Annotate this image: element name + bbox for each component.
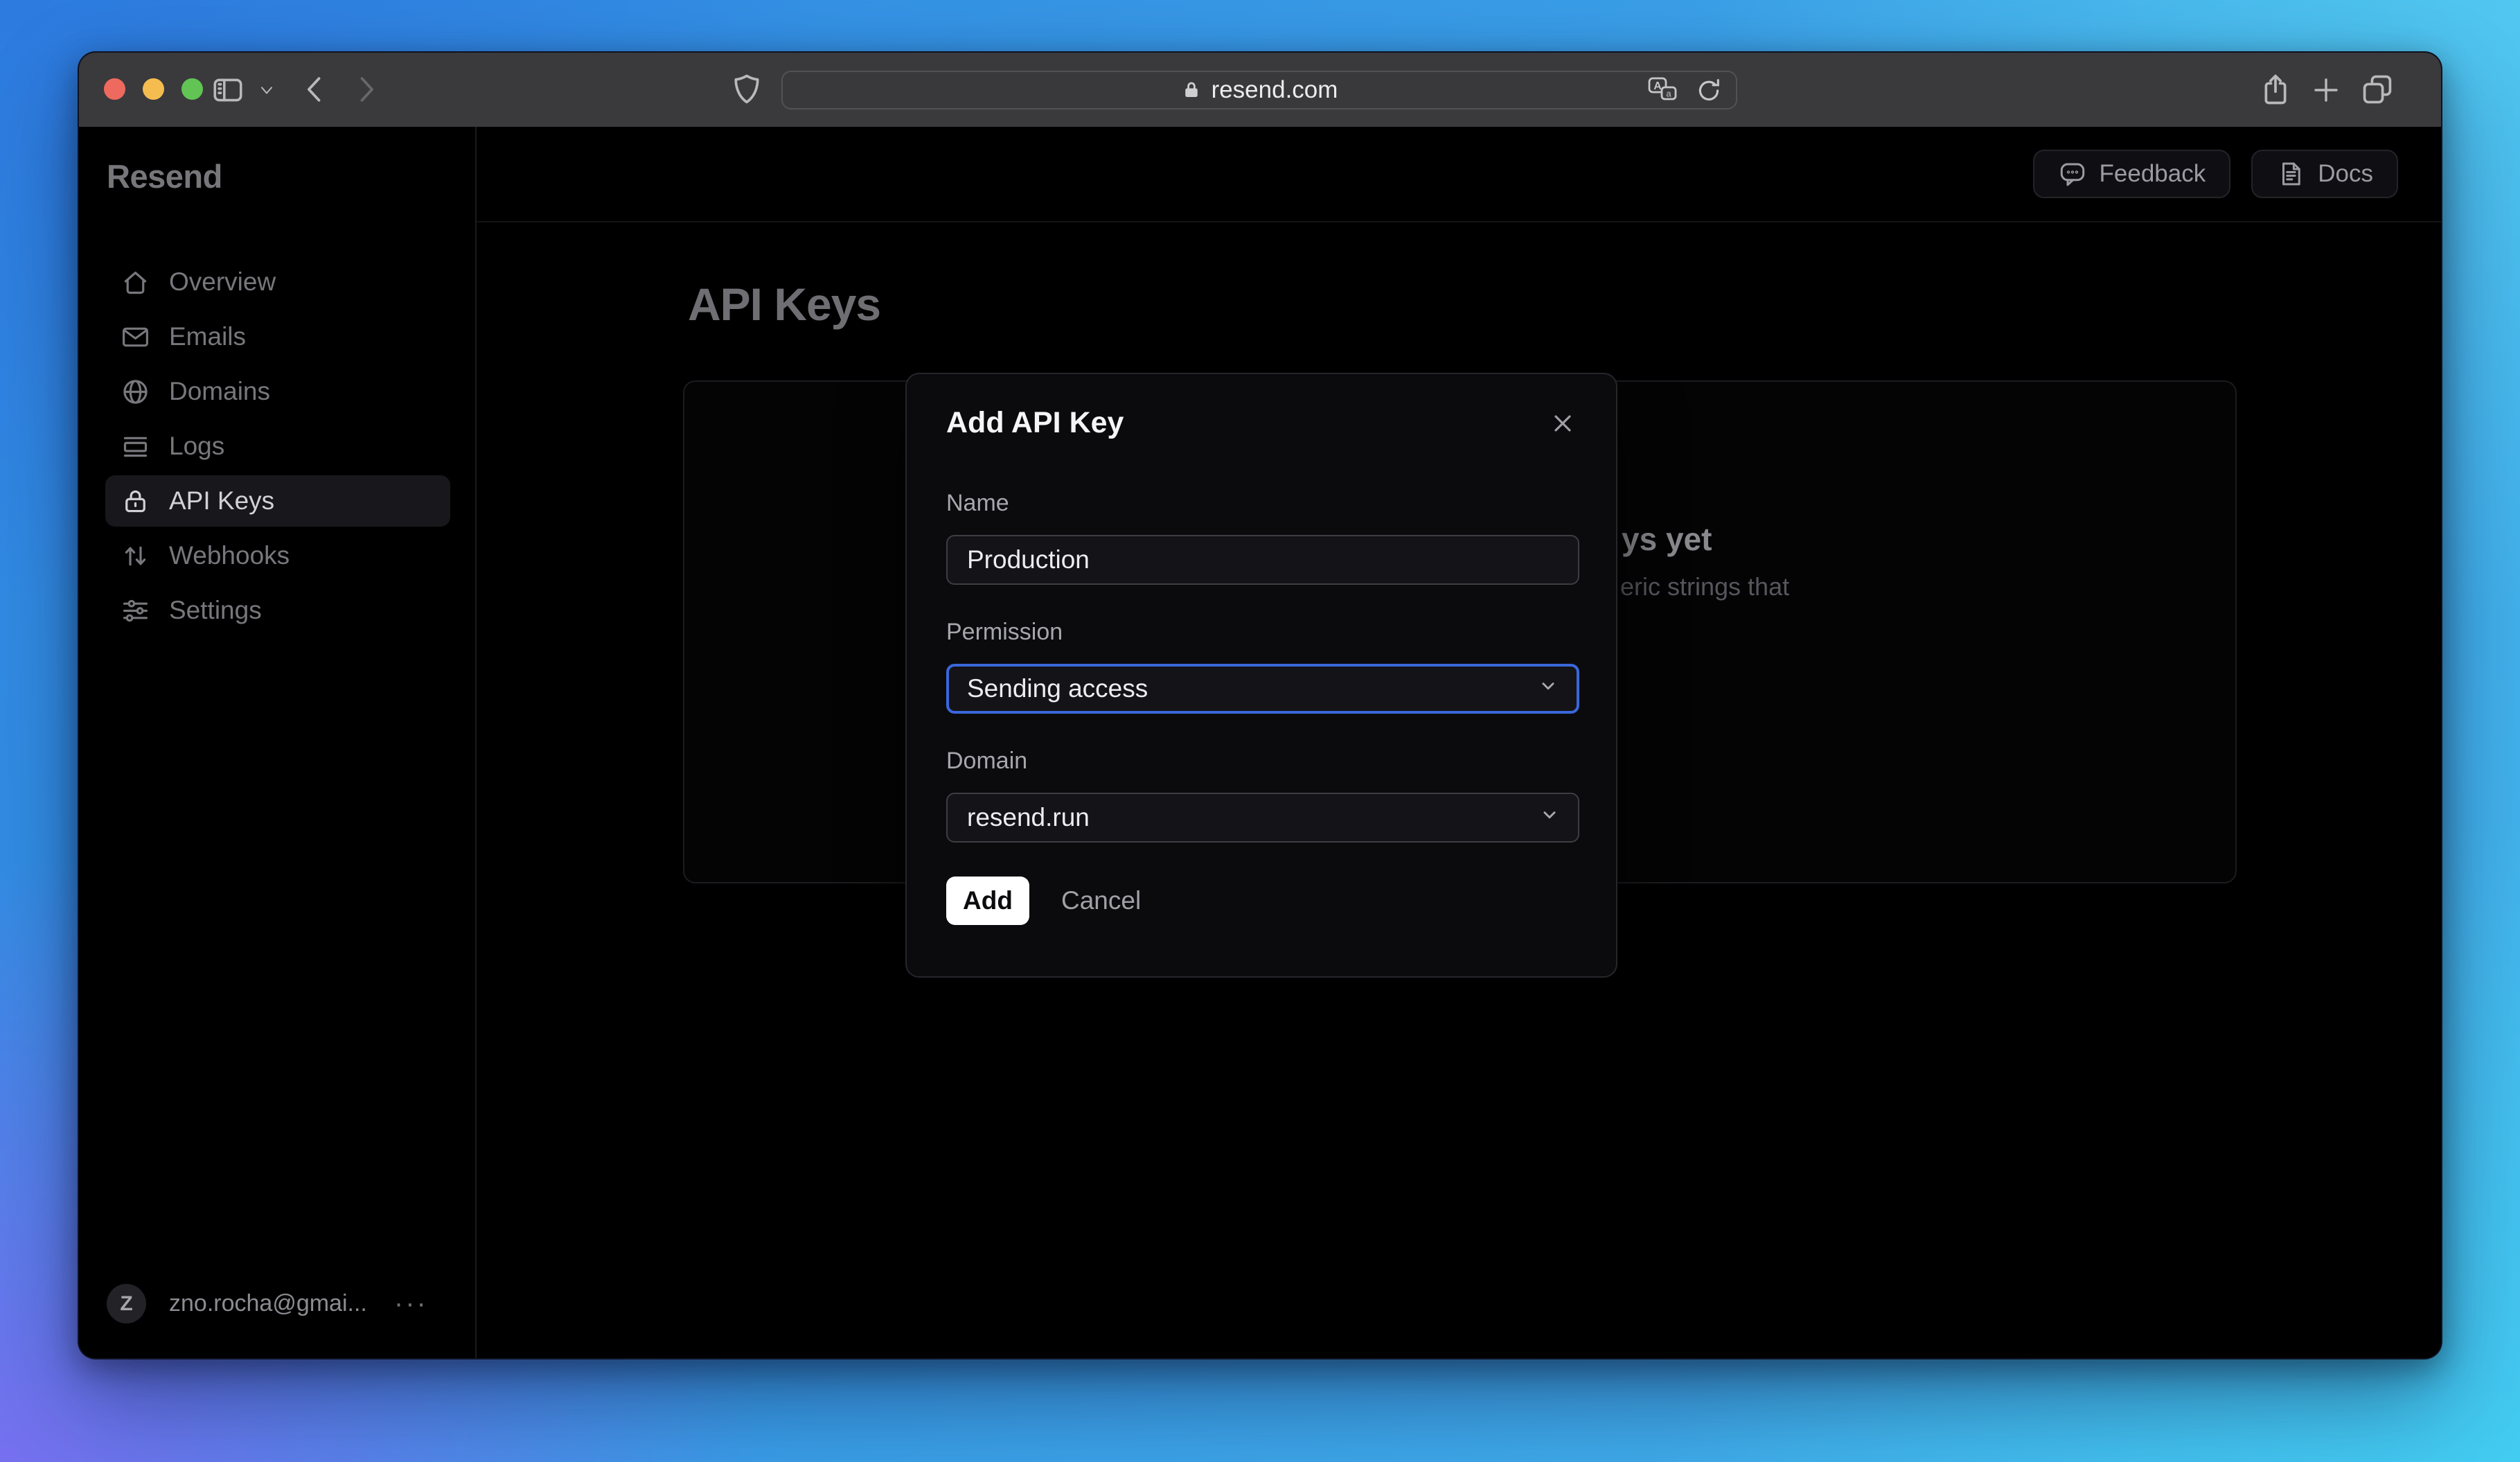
feedback-label: Feedback bbox=[2099, 160, 2206, 187]
minimize-window-button[interactable] bbox=[143, 78, 164, 100]
sidebar-item-label: Webhooks bbox=[169, 541, 290, 570]
sidebar-item-label: Emails bbox=[169, 322, 247, 351]
docs-label: Docs bbox=[2318, 160, 2373, 187]
sidebar-item-domains[interactable]: Domains bbox=[105, 366, 450, 417]
avatar: Z bbox=[107, 1284, 146, 1323]
app-content: Resend Overview Emails Domains Logs API … bbox=[79, 127, 2441, 1358]
svg-text:a: a bbox=[1666, 89, 1671, 99]
modal-title: Add API Key bbox=[946, 406, 1124, 439]
logs-icon bbox=[123, 437, 148, 457]
domain-field-label: Domain bbox=[946, 748, 1028, 774]
reload-icon[interactable] bbox=[1694, 76, 1723, 105]
translate-icon[interactable]: Aa bbox=[1646, 75, 1679, 105]
resend-logo: Resend bbox=[107, 158, 222, 195]
forward-button[interactable] bbox=[346, 71, 384, 108]
lock-icon bbox=[1181, 78, 1202, 102]
sidebar-nav: Overview Emails Domains Logs API Keys We… bbox=[105, 256, 450, 640]
sidebar-item-label: API Keys bbox=[169, 486, 275, 515]
home-icon bbox=[124, 271, 147, 294]
globe-icon bbox=[123, 379, 148, 404]
tab-overview-icon[interactable] bbox=[2359, 71, 2395, 107]
permission-select[interactable]: Sending access bbox=[946, 664, 1579, 714]
url-text: resend.com bbox=[1211, 76, 1338, 103]
empty-state-body-fragment: eric strings that bbox=[1620, 572, 1790, 601]
sidebar-item-overview[interactable]: Overview bbox=[105, 256, 450, 308]
cancel-button[interactable]: Cancel bbox=[1061, 886, 1141, 915]
sidebar-item-webhooks[interactable]: Webhooks bbox=[105, 530, 450, 581]
sidebar-item-label: Domains bbox=[169, 377, 270, 405]
sidebar-item-label: Overview bbox=[169, 267, 276, 296]
sidebar: Resend Overview Emails Domains Logs API … bbox=[79, 127, 477, 1358]
account-menu[interactable]: Z zno.rocha@gmai... ··· bbox=[107, 1284, 428, 1323]
empty-state-heading-fragment: ys yet bbox=[1622, 521, 1712, 557]
docs-button[interactable]: Docs bbox=[2251, 150, 2398, 198]
sidebar-item-label: Settings bbox=[169, 596, 262, 624]
sidebar-toggle-chevron-icon[interactable] bbox=[257, 82, 276, 99]
document-icon bbox=[2282, 162, 2300, 186]
back-button[interactable] bbox=[297, 71, 335, 108]
sidebar-item-logs[interactable]: Logs bbox=[105, 421, 450, 472]
sliders-icon bbox=[123, 599, 148, 622]
permission-selected-value: Sending access bbox=[967, 674, 1148, 703]
svg-text:A: A bbox=[1653, 80, 1662, 92]
add-api-key-modal: Add API Key Name Permission Sending acce… bbox=[905, 373, 1617, 978]
sidebar-toggle-icon[interactable] bbox=[211, 73, 245, 107]
share-icon[interactable] bbox=[2257, 71, 2293, 108]
close-window-button[interactable] bbox=[104, 78, 125, 100]
arrows-up-down-icon bbox=[125, 546, 146, 565]
name-field-label: Name bbox=[946, 490, 1009, 516]
close-icon[interactable] bbox=[1549, 409, 1577, 437]
sidebar-item-settings[interactable]: Settings bbox=[105, 585, 450, 636]
traffic-lights bbox=[104, 78, 203, 100]
add-button[interactable]: Add bbox=[946, 877, 1029, 925]
sidebar-item-emails[interactable]: Emails bbox=[105, 311, 450, 362]
feedback-bubble-icon bbox=[2060, 163, 2084, 186]
domain-selected-value: resend.run bbox=[967, 803, 1090, 831]
account-email: zno.rocha@gmai... bbox=[169, 1290, 367, 1316]
domain-select[interactable]: resend.run bbox=[946, 793, 1579, 843]
envelope-icon bbox=[123, 327, 148, 346]
sidebar-item-api-keys[interactable]: API Keys bbox=[105, 475, 450, 527]
privacy-shield-icon[interactable] bbox=[729, 71, 765, 108]
permission-field-label: Permission bbox=[946, 619, 1063, 645]
browser-window: resend.com Aa Resend Overview Emails Dom… bbox=[78, 51, 2442, 1359]
chevron-down-icon bbox=[1538, 803, 1561, 833]
browser-toolbar: resend.com Aa bbox=[79, 53, 2441, 127]
chevron-down-icon bbox=[1536, 674, 1560, 704]
main-header: Feedback Docs bbox=[477, 127, 2441, 222]
lock-icon bbox=[125, 490, 145, 512]
account-options-icon[interactable]: ··· bbox=[394, 1288, 428, 1319]
page-title: API Keys bbox=[688, 279, 881, 330]
feedback-button[interactable]: Feedback bbox=[2032, 150, 2231, 198]
new-tab-icon[interactable] bbox=[2309, 73, 2343, 107]
sidebar-item-label: Logs bbox=[169, 432, 225, 460]
url-bar[interactable]: resend.com Aa bbox=[781, 71, 1737, 109]
zoom-window-button[interactable] bbox=[181, 78, 203, 100]
name-input[interactable] bbox=[946, 535, 1579, 585]
